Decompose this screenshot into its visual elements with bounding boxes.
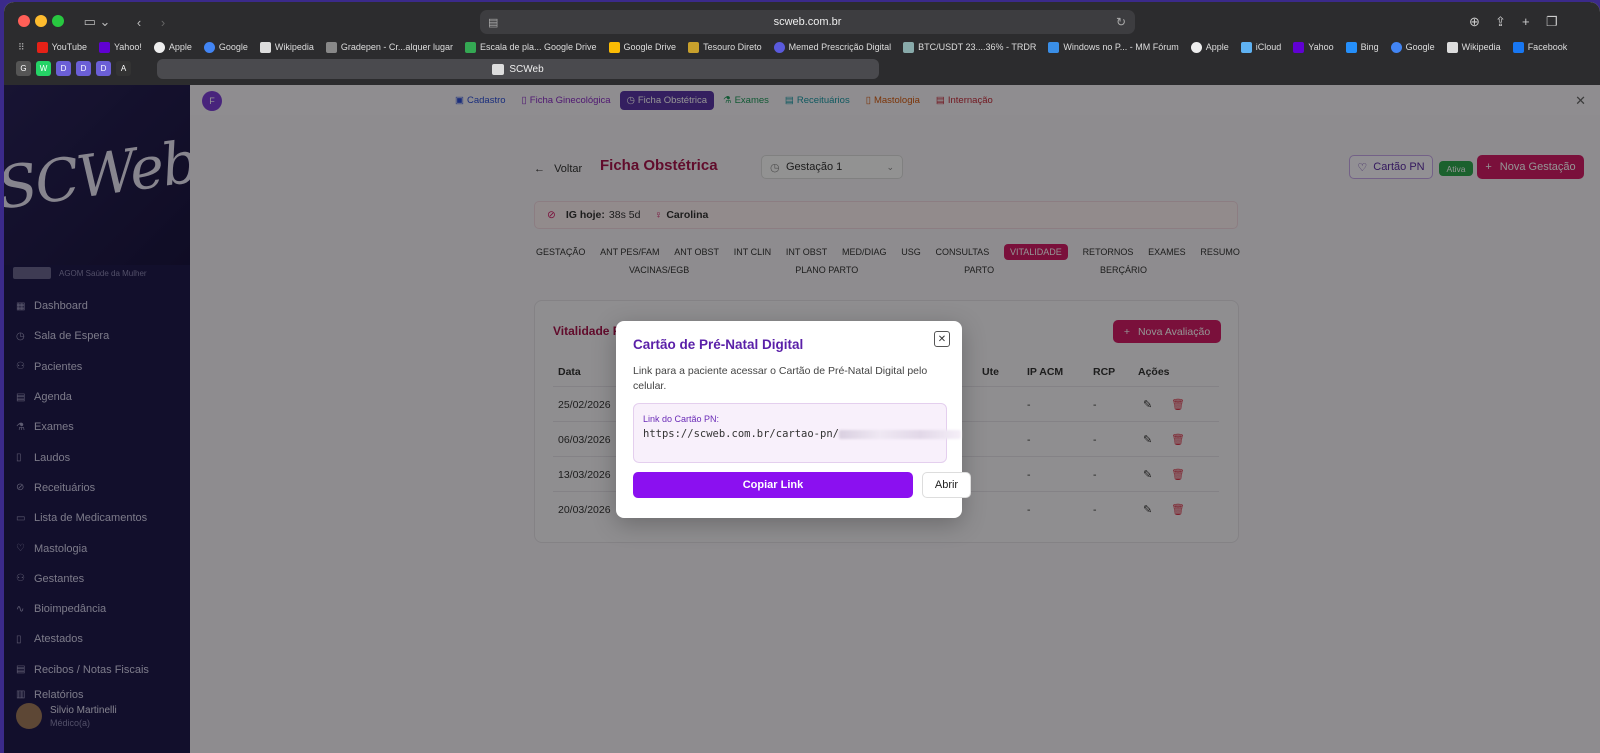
bookmark-item[interactable]: YouTube [36, 41, 87, 53]
zoom-window-button[interactable] [52, 15, 64, 27]
url-text: scweb.com.br [773, 16, 842, 28]
new-tab-icon[interactable]: + [1522, 14, 1530, 29]
bookmark-item[interactable]: Facebook [1512, 41, 1567, 53]
pinned-tab[interactable]: G [16, 61, 31, 76]
bookmark-item[interactable]: iCloud [1240, 41, 1281, 53]
sidebar-toggle-icon[interactable]: ▭ ⌄ [80, 11, 114, 33]
bookmark-item[interactable]: Google [203, 41, 248, 53]
apps-grid-icon[interactable]: ⠿ [18, 42, 25, 53]
active-tab[interactable]: SCWeb [157, 59, 879, 79]
close-window-button[interactable] [18, 15, 30, 27]
bookmark-item[interactable]: Bing [1345, 41, 1379, 53]
address-bar[interactable]: ▤ scweb.com.br ↻ [480, 10, 1135, 34]
bookmark-item[interactable]: Apple [1190, 41, 1229, 53]
bookmarks-bar: ⠿ YouTube Yahoo! Apple Google Wikipedia … [18, 38, 1579, 56]
link-box[interactable]: Link do Cartão PN: https://scweb.com.br/… [633, 403, 961, 463]
tab-favicon-icon [492, 63, 505, 75]
pinned-tab[interactable]: A [116, 61, 131, 76]
site-settings-icon[interactable]: ▤ [488, 16, 498, 29]
pinned-tabs: G W D D D A [16, 61, 131, 76]
bookmark-item[interactable]: Wikipedia [259, 41, 314, 53]
bookmark-item[interactable]: Windows no P... - MM Fórum [1048, 41, 1179, 53]
downloads-icon[interactable]: ⊕ [1469, 14, 1480, 30]
pinned-tab[interactable]: D [56, 61, 71, 76]
pinned-tab[interactable]: D [76, 61, 91, 76]
back-nav-icon[interactable]: ‹ [130, 11, 148, 33]
bookmark-item[interactable]: Memed Prescrição Digital [773, 41, 891, 53]
bookmark-item[interactable]: Apple [153, 41, 192, 53]
bookmark-item[interactable]: BTC/USDT 23....36% - TRDR [903, 41, 1036, 53]
link-value[interactable]: https://scweb.com.br/cartao-pn/ [643, 428, 961, 440]
link-label: Link do Cartão PN: [643, 414, 720, 424]
cartao-pn-modal: Cartão de Pré-Natal Digital ✕ Link para … [616, 321, 971, 518]
reload-icon[interactable]: ↻ [1116, 15, 1126, 29]
pinned-tab[interactable]: W [36, 61, 51, 76]
tab-title: SCWeb [509, 63, 544, 75]
browser-chrome: ▭ ⌄ ‹ › ▤ scweb.com.br ↻ ⊕ ⇪ + ❐ ⠿ YouTu… [4, 2, 1600, 85]
modal-description: Link para a paciente acessar o Cartão de… [633, 365, 928, 392]
bookmark-item[interactable]: Yahoo [1293, 41, 1334, 53]
copy-link-button[interactable]: Copiar Link [633, 472, 913, 498]
bookmark-item[interactable]: Tesouro Direto [688, 41, 762, 53]
forward-nav-icon[interactable]: › [154, 11, 172, 33]
bookmark-item[interactable]: Google Drive [608, 41, 676, 53]
bookmark-item[interactable]: Google [1390, 41, 1435, 53]
open-button[interactable]: Abrir [922, 472, 971, 498]
bookmark-item[interactable]: Escala de pla... Google Drive [464, 41, 597, 53]
bookmark-item[interactable]: Gradepen - Cr...alquer lugar [325, 41, 453, 53]
pinned-tab[interactable]: D [96, 61, 111, 76]
modal-title: Cartão de Pré-Natal Digital [633, 337, 804, 352]
bookmark-item[interactable]: Yahoo! [98, 41, 142, 53]
minimize-window-button[interactable] [35, 15, 47, 27]
bookmark-item[interactable]: Wikipedia [1446, 41, 1501, 53]
share-icon[interactable]: ⇪ [1495, 14, 1506, 30]
tab-overview-icon[interactable]: ❐ [1546, 14, 1558, 30]
redacted-token [838, 429, 961, 439]
close-icon[interactable]: ✕ [934, 331, 950, 347]
